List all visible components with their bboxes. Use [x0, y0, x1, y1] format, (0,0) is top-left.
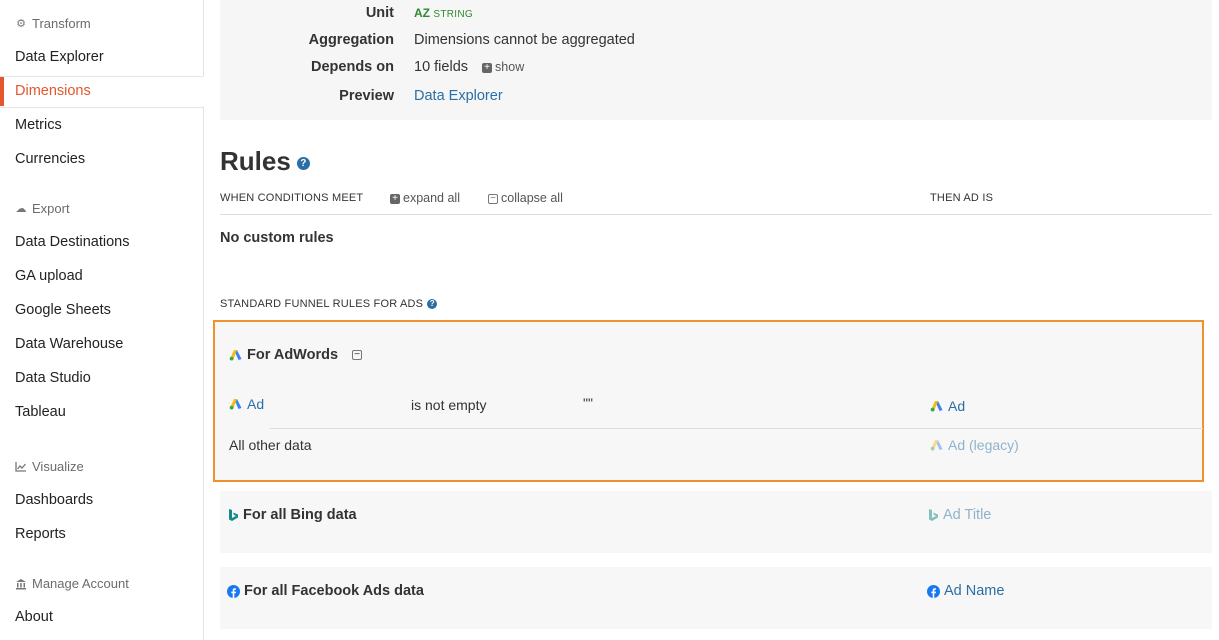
sidebar-item-data-destinations[interactable]: Data Destinations [0, 227, 204, 257]
google-ads-icon [930, 440, 943, 451]
adwords-group-title: For AdWords − [229, 347, 365, 363]
bing-icon [929, 509, 938, 521]
sidebar-item-reports[interactable]: Reports [0, 519, 204, 549]
aggregation-value: Dimensions cannot be aggregated [414, 32, 635, 48]
minus-square-icon: − [488, 193, 498, 204]
plus-square-icon: + [390, 193, 400, 204]
adwords-rule-group: For AdWords − Ad is not empty "" Ad All … [213, 320, 1204, 482]
info-row-preview: Preview Data Explorer [220, 84, 1212, 108]
google-ads-icon [930, 401, 943, 412]
unit-label: Unit [365, 5, 394, 21]
line-chart-icon [15, 461, 27, 473]
sidebar-item-ga-upload[interactable]: GA upload [0, 261, 204, 291]
bing-icon [229, 509, 238, 521]
when-conditions-header: WHEN CONDITIONS MEET [220, 192, 364, 204]
preview-data-explorer-link[interactable]: Data Explorer [414, 84, 503, 108]
standard-funnel-header: STANDARD FUNNEL RULES FOR ADS? [220, 298, 438, 310]
sidebar-item-currencies[interactable]: Currencies [0, 144, 204, 174]
rules-title: Rules? [220, 146, 310, 177]
help-icon[interactable]: ? [427, 299, 438, 310]
help-icon[interactable]: ? [296, 156, 310, 170]
collapse-group-button[interactable]: − [352, 350, 363, 360]
facebook-group-title[interactable]: For all Facebook Ads data [227, 583, 424, 599]
sidebar-section-manage-account: Manage Account [15, 576, 129, 591]
sidebar-item-google-sheets[interactable]: Google Sheets [0, 295, 204, 325]
rule-operator: is not empty [411, 397, 487, 413]
facebook-rule-group: For all Facebook Ads data Ad Name [220, 567, 1212, 629]
row-divider [270, 428, 1203, 429]
unit-badge: AZ STRING [414, 6, 473, 20]
aggregation-label: Aggregation [308, 32, 394, 48]
expand-all-button[interactable]: + expand all [390, 191, 460, 205]
sidebar-item-metrics[interactable]: Metrics [0, 110, 204, 140]
sidebar-section-transform: ⚙ Transform [16, 16, 91, 31]
collapse-all-button[interactable]: − collapse all [488, 191, 563, 205]
show-fields-button[interactable]: + show [482, 60, 524, 74]
rule-value: "" [583, 395, 593, 411]
cloud-upload-icon: ☁ [15, 202, 27, 215]
plus-square-icon: + [482, 62, 493, 73]
depends-value: 10 fields + show [414, 59, 525, 75]
rule-field[interactable]: Ad [229, 396, 264, 412]
info-row-depends-on: Depends on 10 fields + show [220, 55, 1212, 79]
facebook-target[interactable]: Ad Name [927, 583, 1004, 599]
facebook-icon [227, 584, 240, 598]
preview-label: Preview [339, 88, 394, 104]
depends-label: Depends on [311, 59, 394, 75]
google-ads-icon [229, 399, 242, 410]
no-custom-rules: No custom rules [220, 230, 334, 246]
all-other-data-label: All other data [229, 437, 312, 453]
gear-icon: ⚙ [16, 17, 26, 30]
bing-group-title[interactable]: For all Bing data [227, 507, 357, 523]
bing-target[interactable]: Ad Title [927, 507, 991, 523]
sidebar-item-data-warehouse[interactable]: Data Warehouse [0, 329, 204, 359]
rules-header: WHEN CONDITIONS MEET + expand all − collap… [220, 190, 1212, 215]
info-row-aggregation: Aggregation Dimensions cannot be aggrega… [220, 28, 1212, 52]
bank-icon [15, 578, 27, 590]
fallback-target[interactable]: Ad (legacy) [930, 437, 1019, 453]
sidebar-item-data-studio[interactable]: Data Studio [0, 363, 204, 393]
sidebar-item-about[interactable]: About [0, 602, 204, 632]
then-header: THEN AD IS [930, 192, 994, 204]
sidebar: ⚙ Transform Data Explorer Dimensions Met… [0, 0, 204, 640]
facebook-icon [927, 584, 940, 598]
sidebar-item-dashboards[interactable]: Dashboards [0, 485, 204, 515]
rule-target[interactable]: Ad [930, 398, 965, 414]
sidebar-item-data-explorer[interactable]: Data Explorer [0, 42, 204, 72]
dimension-info-panel: Unit AZ STRING Aggregation Dimensions ca… [220, 0, 1212, 120]
sidebar-item-dimensions[interactable]: Dimensions [0, 76, 204, 108]
info-row-unit: Unit AZ STRING [220, 1, 1212, 25]
sidebar-item-tableau[interactable]: Tableau [0, 397, 204, 427]
bing-rule-group: For all Bing data Ad Title [220, 491, 1212, 553]
google-ads-icon [229, 350, 242, 361]
sidebar-section-export: ☁ Export [15, 201, 70, 216]
sidebar-section-visualize: Visualize [15, 459, 84, 474]
